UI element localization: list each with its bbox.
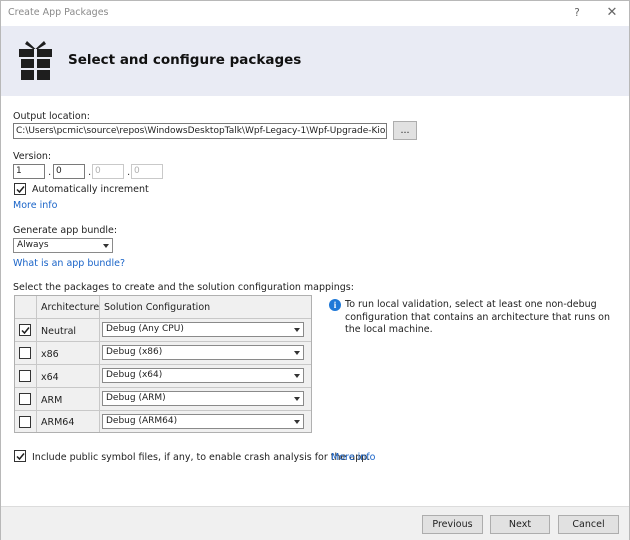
- version-major-input[interactable]: 1: [13, 164, 45, 179]
- chevron-down-icon: [294, 328, 300, 332]
- packages-label: Select the packages to create and the so…: [13, 282, 354, 293]
- symbols-more-info-link[interactable]: More info: [331, 452, 375, 463]
- configuration-value: Debug (ARM64): [106, 416, 178, 426]
- browse-button[interactable]: ...: [393, 121, 417, 140]
- package-checkbox-arm64[interactable]: [19, 416, 31, 428]
- output-location-label: Output location:: [13, 111, 90, 122]
- chevron-down-icon: [294, 420, 300, 424]
- configuration-value: Debug (Any CPU): [106, 324, 184, 334]
- window-title: Create App Packages: [8, 7, 109, 18]
- configuration-select-x64[interactable]: Debug (x64): [102, 368, 304, 383]
- configuration-value: Debug (x86): [106, 347, 163, 357]
- auto-increment-label: Automatically increment: [32, 184, 149, 195]
- checkmark-icon: [21, 327, 30, 335]
- version-build-input: 0: [92, 164, 124, 179]
- generate-bundle-label: Generate app bundle:: [13, 225, 118, 236]
- auto-increment-checkbox[interactable]: [14, 183, 26, 195]
- column-header-architecture: Architecture: [41, 302, 100, 313]
- dialog-footer: Previous Next Cancel: [1, 506, 629, 540]
- info-icon: i: [329, 299, 341, 311]
- grid-header: Architecture Solution Configuration: [15, 296, 311, 318]
- previous-button[interactable]: Previous: [422, 515, 483, 534]
- grid-divider: [15, 410, 311, 411]
- package-checkbox-x64[interactable]: [19, 370, 31, 382]
- architecture-cell: ARM: [41, 395, 63, 406]
- architecture-cell: ARM64: [41, 417, 75, 428]
- version-more-info-link[interactable]: More info: [13, 200, 57, 211]
- validation-info-text: To run local validation, select at least…: [345, 299, 611, 335]
- generate-bundle-value: Always: [17, 240, 49, 250]
- chevron-down-icon: [294, 397, 300, 401]
- version-separator: .: [88, 167, 92, 178]
- packages-grid: Architecture Solution Configuration Neut…: [14, 295, 312, 433]
- architecture-cell: x86: [41, 349, 59, 360]
- configuration-select-neutral[interactable]: Debug (Any CPU): [102, 322, 304, 337]
- header-band: Select and configure packages: [1, 26, 629, 96]
- column-header-configuration: Solution Configuration: [104, 302, 211, 313]
- chevron-down-icon: [103, 244, 109, 248]
- checkmark-icon: [16, 186, 25, 194]
- version-revision-input: 0: [131, 164, 163, 179]
- package-checkbox-neutral[interactable]: [19, 324, 31, 336]
- next-button[interactable]: Next: [490, 515, 550, 534]
- version-separator: .: [48, 167, 52, 178]
- chevron-down-icon: [294, 351, 300, 355]
- configuration-select-arm[interactable]: Debug (ARM): [102, 391, 304, 406]
- package-checkbox-x86[interactable]: [19, 347, 31, 359]
- title-bar: Create App Packages ? ✕: [1, 1, 629, 25]
- include-symbols-label: Include public symbol files, if any, to …: [32, 452, 371, 463]
- page-title: Select and configure packages: [68, 52, 302, 68]
- package-gift-icon: [19, 41, 52, 80]
- checkmark-icon: [16, 453, 25, 461]
- help-button[interactable]: ?: [570, 4, 584, 22]
- generate-bundle-select[interactable]: Always: [13, 238, 113, 253]
- architecture-cell: x64: [41, 372, 59, 383]
- grid-divider: [15, 318, 311, 319]
- version-separator: .: [127, 167, 131, 178]
- configuration-value: Debug (x64): [106, 370, 163, 380]
- grid-divider: [15, 341, 311, 342]
- grid-divider: [15, 364, 311, 365]
- close-button[interactable]: ✕: [605, 4, 619, 22]
- output-location-input[interactable]: C:\Users\pcmic\source\repos\WindowsDeskt…: [13, 123, 387, 139]
- chevron-down-icon: [294, 374, 300, 378]
- grid-divider: [15, 387, 311, 388]
- cancel-button[interactable]: Cancel: [558, 515, 619, 534]
- configuration-select-x86[interactable]: Debug (x86): [102, 345, 304, 360]
- package-checkbox-arm[interactable]: [19, 393, 31, 405]
- include-symbols-checkbox[interactable]: [14, 450, 26, 462]
- what-is-bundle-link[interactable]: What is an app bundle?: [13, 258, 125, 269]
- version-label: Version:: [13, 151, 52, 162]
- version-minor-input[interactable]: 0: [53, 164, 85, 179]
- create-app-packages-dialog: Create App Packages ? ✕ Select and confi…: [0, 0, 630, 540]
- configuration-select-arm64[interactable]: Debug (ARM64): [102, 414, 304, 429]
- configuration-value: Debug (ARM): [106, 393, 166, 403]
- architecture-cell: Neutral: [41, 326, 77, 337]
